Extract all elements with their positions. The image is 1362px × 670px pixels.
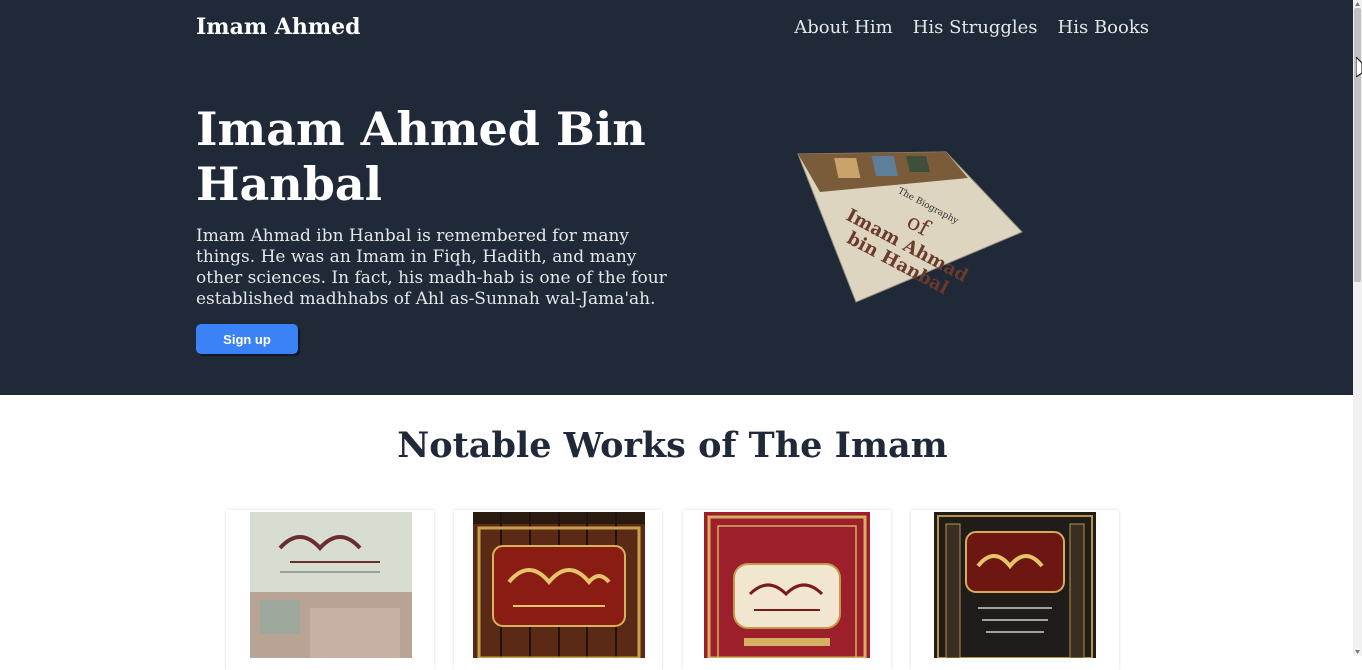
hero-description: Imam Ahmad ibn Hanbal is remembered for …: [196, 226, 667, 309]
usul-al-sunnah-cover-image: [250, 512, 412, 658]
page: Imam Ahmed About Him His Struggles His B…: [0, 0, 1353, 670]
work-card-usul-al-sunnah[interactable]: [226, 510, 434, 670]
scroll-down-arrow-icon[interactable]: [1353, 648, 1362, 656]
nav-link-struggles[interactable]: His Struggles: [913, 17, 1038, 38]
vertical-scrollbar[interactable]: [1353, 0, 1362, 656]
brand-logo[interactable]: Imam Ahmed: [196, 14, 360, 40]
hero-title: Imam Ahmed Bin Hanbal: [196, 102, 646, 211]
kitab-al-zuhd-cover-image: [934, 512, 1096, 658]
signup-button[interactable]: Sign up: [196, 324, 298, 354]
work-card-kitab-al-zuhd[interactable]: [911, 510, 1119, 670]
musnad-volumes-image: [473, 512, 645, 658]
fadail-al-sahaba-cover-image: [704, 512, 870, 658]
hero-section: Imam Ahmed About Him His Struggles His B…: [0, 0, 1353, 395]
main-nav: About Him His Struggles His Books: [794, 17, 1149, 38]
work-card-fadail-al-sahaba[interactable]: [683, 510, 891, 670]
work-card-musnad[interactable]: [454, 510, 662, 670]
mouse-cursor-icon: [1356, 57, 1362, 77]
scrollbar-thumb[interactable]: [1354, 8, 1361, 282]
scroll-up-arrow-icon[interactable]: [1353, 0, 1362, 8]
nav-link-books[interactable]: His Books: [1058, 17, 1149, 38]
biography-book-image: The Biography of Imam Ahmad bin Hanbal: [797, 151, 1023, 303]
works-title: Notable Works of The Imam: [397, 425, 948, 466]
nav-link-about[interactable]: About Him: [794, 17, 892, 38]
